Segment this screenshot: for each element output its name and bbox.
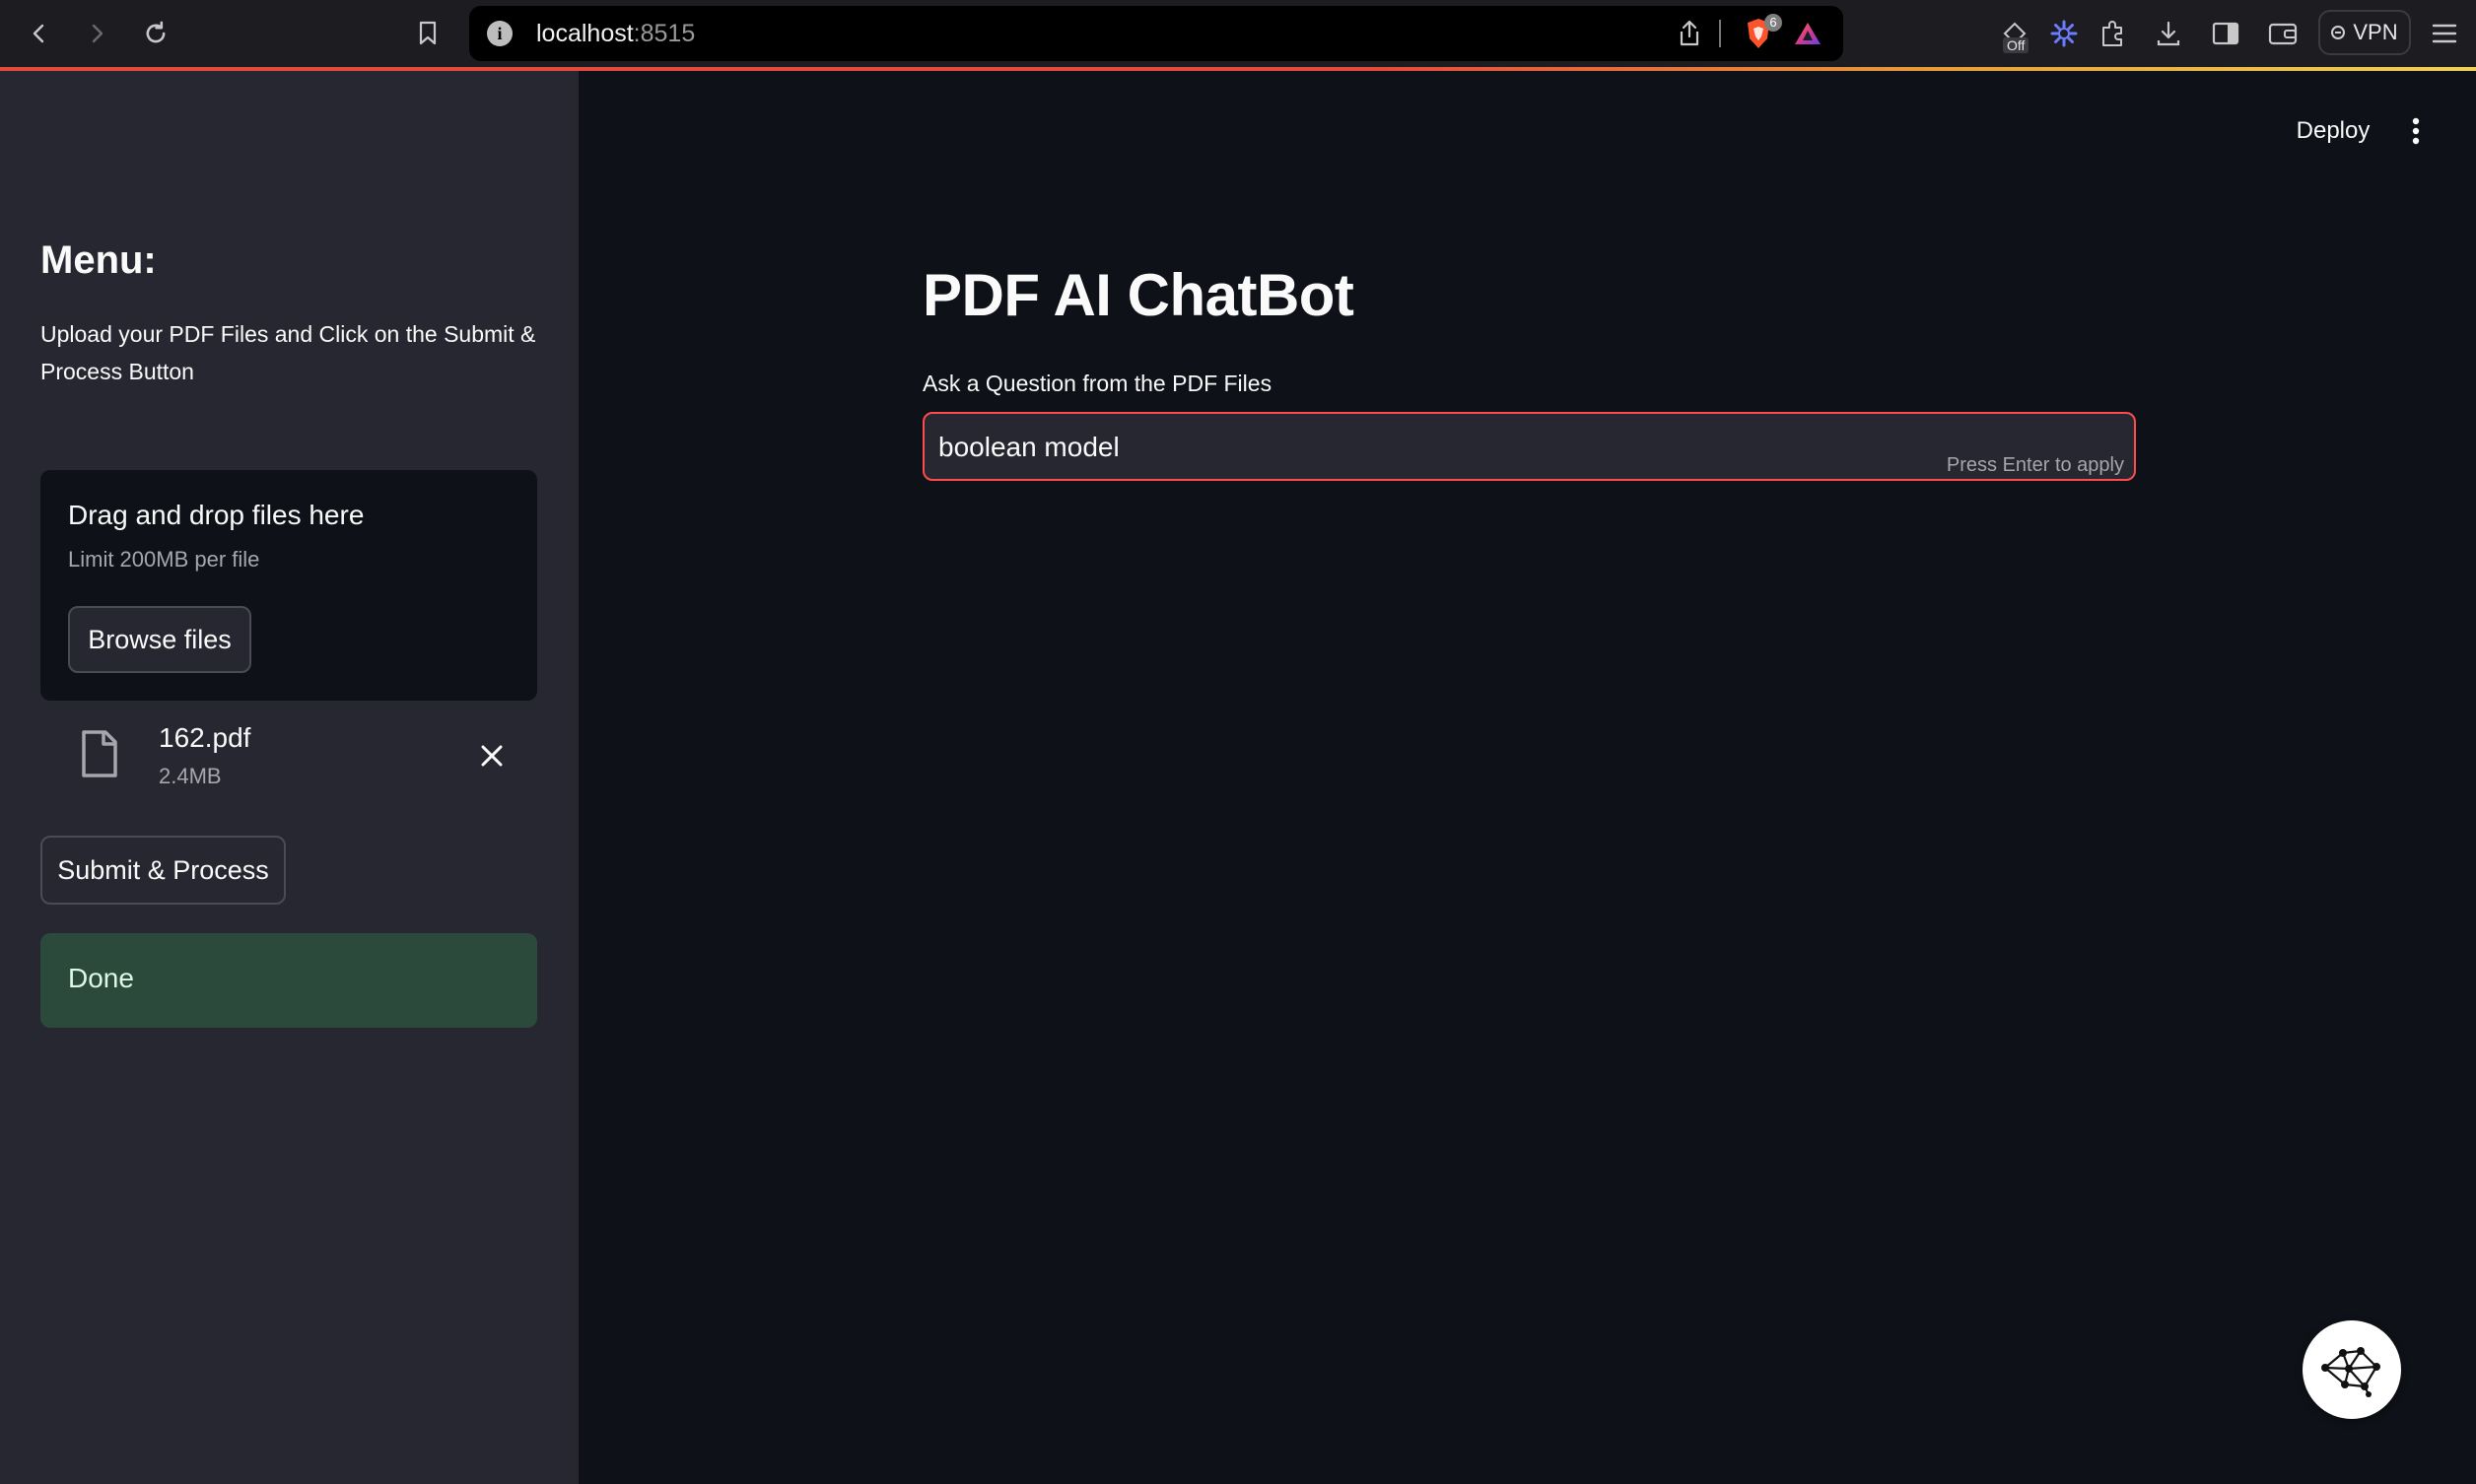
file-size: 2.4MB	[159, 764, 222, 788]
vpn-button[interactable]: VPN	[2318, 10, 2411, 55]
browser-menu-icon[interactable]	[2425, 14, 2464, 53]
network-graph-fab[interactable]	[2303, 1320, 2401, 1419]
vpn-status-icon	[2331, 26, 2346, 39]
remove-file-icon[interactable]	[474, 738, 510, 774]
question-input-value[interactable]: boolean model	[938, 432, 1120, 463]
main-menu-icon[interactable]	[2399, 110, 2433, 152]
shields-count-badge: 6	[1764, 14, 1782, 32]
address-bar[interactable]: i localhost:8515 6	[469, 6, 1843, 61]
sidebar-toggle-icon[interactable]	[2206, 14, 2245, 53]
input-hint: Press Enter to apply	[1946, 454, 2124, 476]
success-alert: Done	[40, 933, 537, 1028]
url-text: localhost:8515	[536, 20, 696, 47]
brave-shields-icon[interactable]: 6	[1737, 14, 1782, 53]
sidebar-heading: Menu:	[40, 238, 157, 282]
question-label: Ask a Question from the PDF Files	[923, 371, 1272, 396]
success-text: Done	[68, 963, 134, 993]
download-icon[interactable]	[2149, 14, 2188, 53]
sidebar-description: Upload your PDF Files and Click on the S…	[40, 321, 536, 384]
wallet-icon[interactable]	[2263, 14, 2303, 53]
off-badge: Off	[2003, 37, 2029, 53]
network-graph-icon	[2321, 1347, 2380, 1397]
file-name: 162.pdf	[159, 722, 251, 753]
deploy-button[interactable]: Deploy	[2279, 110, 2387, 152]
browser-toolbar: i localhost:8515 6 Off VPN	[0, 0, 2476, 67]
share-icon[interactable]	[1674, 18, 1705, 49]
extension-asterisk-icon[interactable]	[2044, 14, 2084, 53]
uploaded-file-item: 162.pdf 2.4MB	[40, 716, 537, 795]
brave-rewards-icon[interactable]	[1790, 16, 1825, 51]
dropzone-title: Drag and drop files here	[68, 500, 365, 530]
back-icon[interactable]	[20, 14, 59, 53]
submit-process-button[interactable]: Submit & Process	[40, 836, 286, 905]
dropzone-limit: Limit 200MB per file	[68, 547, 260, 572]
site-info-icon[interactable]: i	[487, 21, 513, 46]
file-icon	[80, 730, 119, 782]
question-input[interactable]: boolean model Press Enter to apply	[923, 412, 2136, 481]
bookmark-icon[interactable]	[408, 14, 447, 53]
leo-off-icon[interactable]: Off	[1995, 14, 2034, 53]
separator	[1719, 20, 1721, 47]
page-title: PDF AI ChatBot	[923, 262, 1354, 328]
sidebar: Menu: Upload your PDF Files and Click on…	[0, 71, 579, 1484]
extensions-puzzle-icon[interactable]	[2094, 14, 2133, 53]
reload-icon[interactable]	[136, 14, 175, 53]
forward-icon[interactable]	[77, 14, 116, 53]
browse-files-button[interactable]: Browse files	[68, 606, 251, 673]
vpn-label: VPN	[2353, 20, 2398, 44]
file-dropzone[interactable]: Drag and drop files here Limit 200MB per…	[40, 470, 537, 701]
